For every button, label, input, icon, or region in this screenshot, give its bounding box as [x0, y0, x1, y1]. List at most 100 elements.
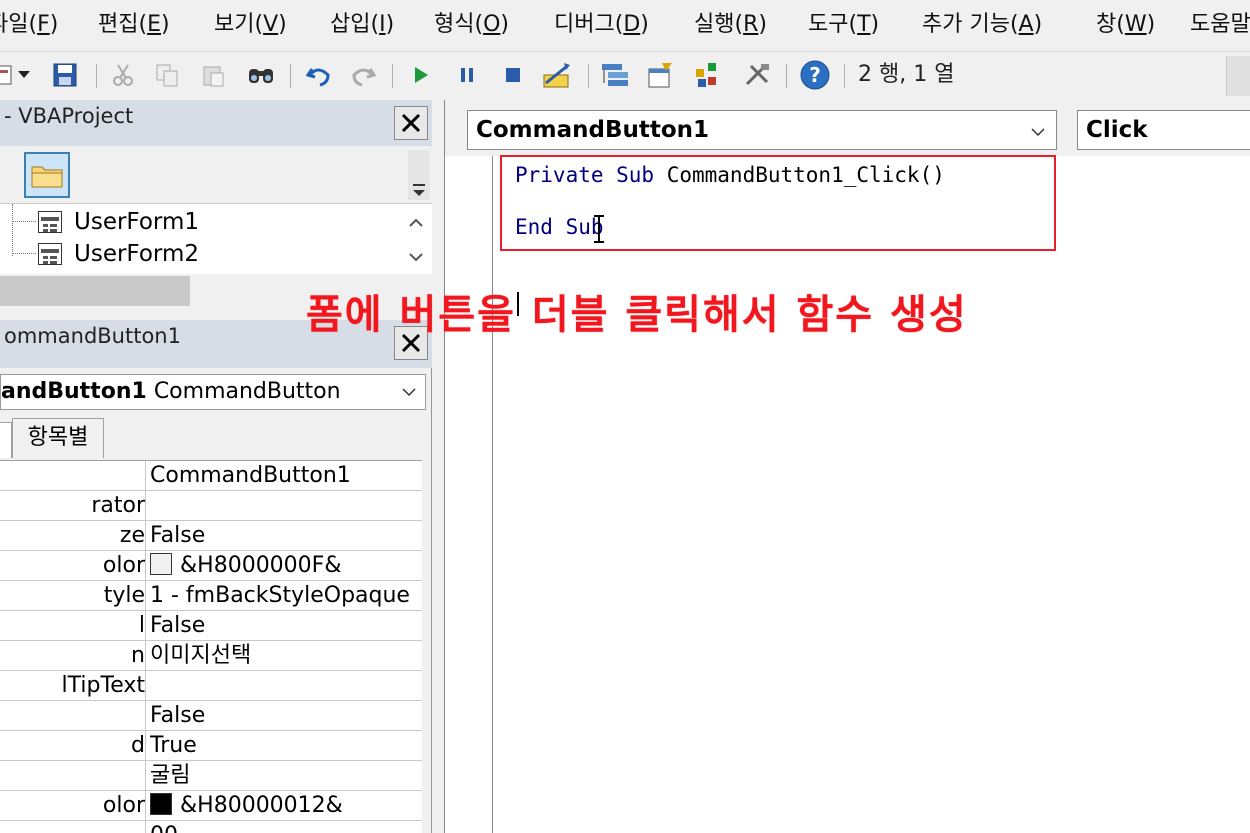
toggle-folders-icon[interactable] — [24, 152, 70, 198]
property-value[interactable]: False — [150, 521, 418, 551]
property-name: olor — [0, 791, 146, 821]
project-title-text: - VBAProject — [4, 104, 134, 128]
property-row[interactable]: 00 — [0, 821, 422, 833]
help-icon[interactable]: ? — [798, 58, 832, 92]
menu-view[interactable]: 보기(V) — [214, 8, 287, 42]
cut-icon[interactable] — [108, 60, 138, 90]
menu-debug[interactable]: 디버그(D) — [554, 8, 649, 42]
property-row[interactable]: tyle 1 - fmBackStyleOpaque — [0, 581, 422, 611]
property-row[interactable]: olor &H80000012& — [0, 791, 422, 821]
tree-vertical-scrollbar[interactable] — [401, 204, 431, 274]
property-name-text: tyle — [103, 583, 145, 608]
project-explorer-toolbar — [0, 146, 432, 204]
reset-icon[interactable] — [498, 60, 528, 90]
tab-alphabetic[interactable] — [0, 422, 12, 458]
redo-icon[interactable] — [348, 60, 378, 90]
property-name-text: olor — [102, 553, 145, 578]
property-value[interactable]: False — [150, 611, 418, 641]
menu-edit[interactable]: 편집(E) — [98, 8, 170, 42]
menu-window[interactable]: 창(W) — [1096, 8, 1155, 42]
tab-categorized[interactable]: 항목별 — [12, 418, 104, 458]
tree-item-label: UserForm2 — [74, 241, 199, 267]
project-tree: UserForm1 UserForm2 — [0, 204, 432, 274]
property-value-text: CommandButton1 — [150, 463, 351, 488]
property-row[interactable]: CommandButton1 — [0, 461, 422, 491]
menu-help[interactable]: 도움말 — [1190, 8, 1250, 42]
property-name — [0, 461, 146, 491]
property-value[interactable]: &H8000000F& — [150, 551, 418, 581]
property-value[interactable]: 00 — [150, 821, 418, 833]
project-explorer-icon[interactable] — [600, 60, 630, 90]
property-value[interactable]: CommandButton1 — [150, 461, 418, 491]
menu-format[interactable]: 형식(O) — [434, 8, 509, 42]
property-name-text: ze — [119, 523, 145, 548]
dropdown-arrow-icon[interactable] — [16, 60, 32, 90]
property-grid: CommandButton1 rator ze False olor &H8000000F… — [0, 460, 422, 833]
property-value[interactable] — [150, 491, 418, 521]
view-form-icon[interactable] — [0, 60, 16, 90]
menu-add-ins[interactable]: 추가 기능(A) — [922, 8, 1042, 42]
property-value[interactable]: 이미지선택 — [150, 641, 418, 671]
toolbar-separator — [844, 64, 845, 88]
toolbar-separator — [290, 64, 291, 88]
property-value[interactable]: True — [150, 731, 418, 761]
procedure-combo[interactable]: Click — [1077, 110, 1250, 150]
property-row[interactable]: rator — [0, 491, 422, 521]
find-icon[interactable] — [246, 60, 276, 90]
property-name: l — [0, 611, 146, 641]
property-value[interactable]: 1 - fmBackStyleOpaque — [150, 581, 418, 611]
tree-item-userform1[interactable]: UserForm1 — [0, 206, 400, 238]
save-icon[interactable] — [50, 60, 80, 90]
copy-icon[interactable] — [152, 60, 182, 90]
property-value-text: &H8000000F& — [180, 553, 342, 578]
paste-icon[interactable] — [198, 60, 228, 90]
chevron-down-icon[interactable] — [1026, 113, 1050, 147]
scrollbar-thumb[interactable] — [0, 276, 190, 306]
tree-item-label: UserForm1 — [74, 209, 199, 235]
menu-insert[interactable]: 삽입(I) — [330, 8, 394, 42]
undo-icon[interactable] — [304, 60, 334, 90]
chevron-down-icon[interactable] — [397, 375, 421, 409]
property-value-text: 굴림 — [150, 763, 191, 788]
property-name: ze — [0, 521, 146, 551]
tree-item-userform2[interactable]: UserForm2 — [0, 238, 400, 270]
property-value-text: True — [150, 733, 197, 758]
property-row[interactable]: olor &H8000000F& — [0, 551, 422, 581]
color-swatch — [150, 793, 172, 815]
property-value[interactable]: 굴림 — [150, 761, 418, 791]
toolbar-chevron-icon[interactable] — [408, 150, 430, 200]
property-value[interactable]: &H80000012& — [150, 791, 418, 821]
object-combo[interactable]: CommandButton1 — [467, 110, 1057, 150]
break-icon[interactable] — [452, 60, 482, 90]
property-value-text: False — [150, 613, 206, 638]
object-selector[interactable]: andButton1 CommandButton — [0, 374, 426, 410]
run-icon[interactable] — [406, 60, 436, 90]
property-value[interactable] — [150, 671, 418, 701]
property-value[interactable]: False — [150, 701, 418, 731]
property-value-text: &H80000012& — [180, 793, 343, 818]
property-row[interactable]: n 이미지선택 — [0, 641, 422, 671]
property-row[interactable]: 굴림 — [0, 761, 422, 791]
property-name-text: n — [131, 643, 145, 668]
menu-file[interactable]: 파일(F) — [0, 8, 58, 42]
property-row[interactable]: False — [0, 701, 422, 731]
property-name-text: olor — [102, 793, 145, 818]
toolbar-overflow[interactable] — [1226, 56, 1250, 96]
property-name — [0, 761, 146, 791]
property-row[interactable]: d True — [0, 731, 422, 761]
toolbar-separator — [392, 64, 393, 88]
toolbox-icon[interactable] — [742, 60, 772, 90]
object-browser-icon[interactable] — [694, 60, 724, 90]
svg-text:?: ? — [809, 63, 821, 87]
property-row[interactable]: l False — [0, 611, 422, 641]
property-row[interactable]: lTipText — [0, 671, 422, 701]
properties-window-icon[interactable] — [646, 60, 676, 90]
menu-run[interactable]: 실행(R) — [694, 8, 767, 42]
color-swatch — [150, 553, 172, 575]
property-row[interactable]: ze False — [0, 521, 422, 551]
design-mode-icon[interactable] — [542, 60, 572, 90]
close-icon[interactable] — [394, 106, 428, 140]
tree-connector — [12, 253, 36, 254]
menu-tools[interactable]: 도구(T) — [808, 8, 879, 42]
property-name — [0, 701, 146, 731]
